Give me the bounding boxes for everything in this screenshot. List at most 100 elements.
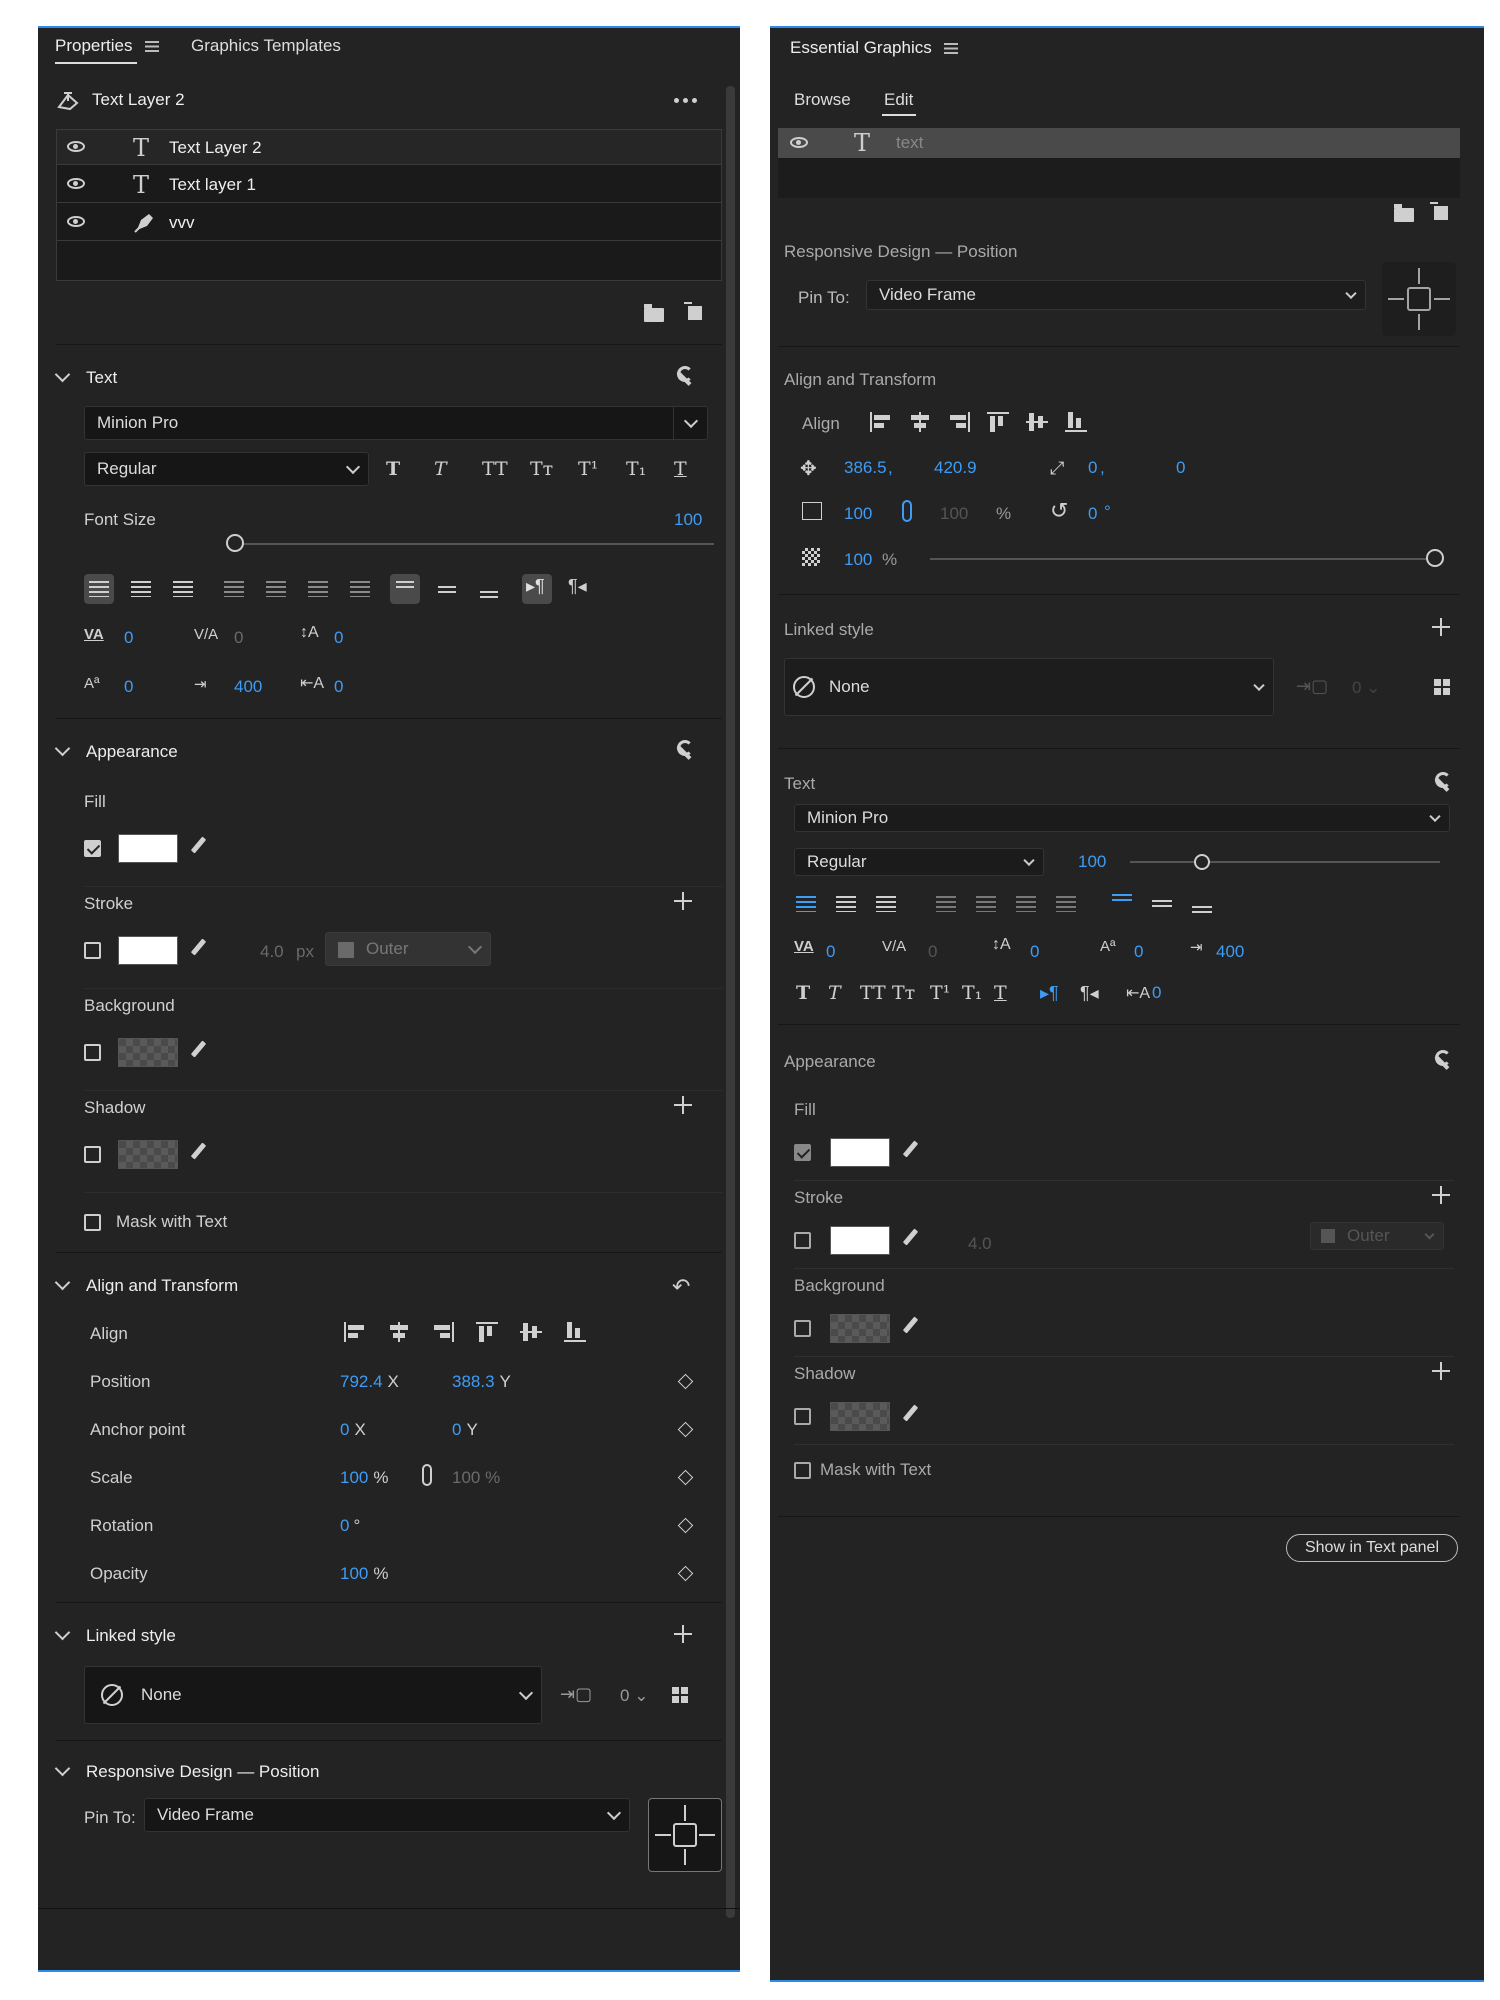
baseline-shift-value[interactable]: 0 bbox=[124, 677, 133, 697]
leading-value[interactable]: 0 bbox=[1030, 942, 1039, 962]
scale-height-value[interactable]: 100 % bbox=[452, 1468, 500, 1488]
align-top-edges-icon[interactable] bbox=[987, 412, 1009, 432]
wrench-icon[interactable] bbox=[674, 740, 694, 760]
eyedropper-icon[interactable] bbox=[902, 1316, 918, 1338]
push-style-icon[interactable]: ⇥▢ bbox=[1296, 676, 1328, 697]
align-right-edges-icon[interactable] bbox=[432, 1322, 454, 1342]
align-top-icon[interactable] bbox=[1112, 894, 1132, 902]
new-layer-icon[interactable] bbox=[684, 302, 702, 320]
stroke-color-swatch[interactable] bbox=[830, 1226, 890, 1255]
stroke-color-swatch[interactable] bbox=[118, 936, 178, 965]
tab-properties[interactable]: Properties bbox=[55, 36, 132, 56]
font-style-dropdown[interactable]: Regular bbox=[794, 848, 1044, 876]
collapse-chevron-icon[interactable] bbox=[54, 1760, 71, 1777]
anchor-y[interactable]: 0Y bbox=[452, 1420, 478, 1440]
leading-value[interactable]: 0 bbox=[334, 628, 343, 648]
keyframe-diamond-icon[interactable] bbox=[677, 1373, 694, 1390]
visibility-eye-icon[interactable] bbox=[67, 178, 85, 189]
eyedropper-icon[interactable] bbox=[190, 938, 206, 960]
subscript-icon[interactable]: T₁ bbox=[962, 982, 994, 1004]
align-middle-icon[interactable] bbox=[438, 586, 456, 594]
rtl-direction-icon[interactable]: ¶◂ bbox=[568, 576, 587, 597]
justify-all-icon[interactable] bbox=[1056, 896, 1076, 912]
layer-row[interactable]: T Text Layer 2 bbox=[57, 130, 721, 165]
keyframe-diamond-icon[interactable] bbox=[677, 1421, 694, 1438]
wrench-icon[interactable] bbox=[1432, 772, 1452, 792]
anchor-y-value[interactable]: 0 bbox=[452, 1420, 461, 1440]
tab-width-value[interactable]: 400 bbox=[1216, 942, 1244, 962]
underline-icon[interactable]: T bbox=[674, 458, 704, 480]
panel-menu-icon[interactable] bbox=[944, 43, 958, 54]
reset-icon[interactable]: ↶ bbox=[672, 1274, 690, 1300]
link-chain-icon[interactable] bbox=[902, 500, 912, 522]
rotation-value[interactable]: 0 bbox=[340, 1516, 349, 1536]
tab-width-value[interactable]: 400 bbox=[234, 677, 262, 697]
pin-edges-widget[interactable] bbox=[648, 1798, 722, 1872]
style-count[interactable]: 0 ⌄ bbox=[1352, 678, 1380, 698]
align-vertical-centers-icon[interactable] bbox=[1026, 412, 1048, 432]
pin-left-edge[interactable] bbox=[1388, 298, 1404, 300]
wrench-icon[interactable] bbox=[1432, 1050, 1452, 1070]
align-top-button[interactable] bbox=[390, 574, 420, 604]
keyframe-diamond-icon[interactable] bbox=[677, 1517, 694, 1534]
rtl-direction-icon[interactable]: ¶◂ bbox=[1080, 983, 1126, 1004]
font-family-dropdown[interactable]: Minion Pro bbox=[84, 406, 708, 440]
add-shadow-icon[interactable] bbox=[1432, 1362, 1450, 1380]
all-caps-icon[interactable]: TT bbox=[482, 458, 530, 480]
font-size-slider-knob[interactable] bbox=[1194, 854, 1210, 870]
visibility-eye-icon[interactable] bbox=[67, 141, 85, 152]
eyedropper-icon[interactable] bbox=[902, 1140, 918, 1162]
add-stroke-icon[interactable] bbox=[1432, 1186, 1450, 1204]
add-shadow-icon[interactable] bbox=[674, 1096, 692, 1114]
superscript-icon[interactable]: T¹ bbox=[930, 982, 962, 1004]
position-y[interactable]: 388.3 Y bbox=[452, 1372, 511, 1392]
small-caps-icon[interactable]: Tт bbox=[892, 982, 930, 1004]
collapse-chevron-icon[interactable] bbox=[54, 366, 71, 383]
visibility-eye-icon[interactable] bbox=[67, 216, 85, 227]
fill-checkbox[interactable] bbox=[84, 840, 101, 857]
baseline-shift-value[interactable]: 0 bbox=[1134, 942, 1143, 962]
align-bottom-icon[interactable] bbox=[1192, 906, 1212, 914]
stroke-checkbox[interactable] bbox=[794, 1232, 811, 1249]
align-bottom-edges-icon[interactable] bbox=[564, 1322, 586, 1342]
collapse-chevron-icon[interactable] bbox=[54, 740, 71, 757]
justify-center-icon[interactable] bbox=[266, 581, 286, 597]
opacity-field[interactable]: 100% bbox=[340, 1564, 389, 1584]
new-group-folder-icon[interactable] bbox=[644, 304, 664, 322]
kerning-value[interactable]: 0 bbox=[826, 942, 835, 962]
faux-italic-icon[interactable]: T bbox=[828, 982, 860, 1004]
linked-style-dropdown[interactable]: None bbox=[784, 658, 1274, 716]
shadow-checkbox[interactable] bbox=[794, 1408, 811, 1425]
position-y-value[interactable]: 420.9 bbox=[934, 458, 977, 478]
font-style-dropdown[interactable]: Regular bbox=[84, 452, 369, 486]
anchor-y-value[interactable]: 0 bbox=[1176, 458, 1185, 478]
all-caps-icon[interactable]: TT bbox=[860, 982, 892, 1004]
small-caps-icon[interactable]: Tт bbox=[530, 458, 578, 480]
anchor-x[interactable]: 0X bbox=[340, 1420, 366, 1440]
align-center-icon[interactable] bbox=[836, 896, 856, 912]
style-grid-icon[interactable] bbox=[672, 1687, 688, 1703]
faux-bold-icon[interactable]: T bbox=[796, 982, 828, 1004]
background-color-swatch[interactable] bbox=[118, 1038, 178, 1067]
font-family-dropdown[interactable]: Minion Pro bbox=[794, 804, 1450, 832]
tracking-value[interactable]: 0 bbox=[234, 628, 243, 648]
eyedropper-icon[interactable] bbox=[902, 1404, 918, 1426]
anchor-x-value[interactable]: 0 bbox=[1088, 458, 1097, 478]
fill-checkbox[interactable] bbox=[794, 1144, 811, 1161]
underline-icon[interactable]: T bbox=[994, 982, 1040, 1004]
align-right-icon[interactable] bbox=[173, 581, 193, 597]
mask-with-text-checkbox[interactable] bbox=[84, 1214, 101, 1231]
shadow-color-swatch[interactable] bbox=[118, 1140, 178, 1169]
style-count[interactable]: 0 ⌄ bbox=[620, 1686, 648, 1706]
layer-row[interactable]: vvv bbox=[57, 204, 721, 241]
scrollbar[interactable] bbox=[726, 86, 735, 1918]
style-grid-icon[interactable] bbox=[1434, 679, 1450, 695]
background-color-swatch[interactable] bbox=[830, 1314, 890, 1343]
shadow-checkbox[interactable] bbox=[84, 1146, 101, 1163]
layer-row[interactable]: T text bbox=[778, 128, 1460, 158]
eyedropper-icon[interactable] bbox=[190, 1142, 206, 1164]
show-in-text-panel-button[interactable]: Show in Text panel bbox=[1286, 1534, 1458, 1562]
tsume-value[interactable]: 0 bbox=[1152, 983, 1161, 1003]
align-bottom-icon[interactable] bbox=[480, 591, 498, 599]
superscript-icon[interactable]: T¹ bbox=[578, 458, 626, 480]
